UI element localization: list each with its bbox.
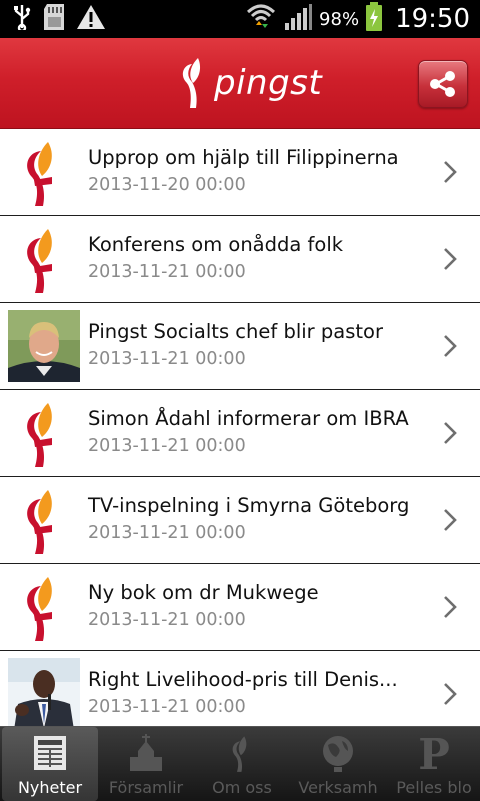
pingst-logo-thumbnail: [8, 223, 80, 295]
chevron-right-icon: [440, 420, 460, 446]
wifi-icon: [245, 2, 277, 36]
usb-icon: [12, 4, 32, 34]
chevron-right-icon: [440, 159, 460, 185]
status-bar: 98% 19:50: [0, 0, 480, 38]
news-date: 2013-11-21 00:00: [88, 523, 246, 543]
news-title: Pingst Socialts chef blir pastor: [88, 320, 383, 343]
tab-label: Pelles blo: [396, 778, 472, 797]
tab-label: Nyheter: [17, 778, 83, 797]
svg-text:P: P: [418, 733, 450, 773]
pingst-logo-icon: [182, 58, 201, 108]
brand-name: pingst: [214, 63, 323, 103]
pingst-logo-thumbnail: [8, 136, 80, 208]
tab-letter-p[interactable]: P Pelles blo: [386, 727, 480, 801]
news-title: Konferens om onådda folk: [88, 233, 344, 256]
chevron-right-icon: [440, 246, 460, 272]
news-date: 2013-11-21 00:00: [88, 697, 246, 717]
news-list-item[interactable]: Pingst Socialts chef blir pastor 2013-11-…: [0, 303, 480, 390]
news-title: TV-inspelning i Smyrna Göteborg: [88, 494, 410, 517]
tab-newspaper[interactable]: Nyheter: [2, 727, 98, 801]
share-icon: [430, 71, 455, 97]
chevron-right-icon: [440, 333, 460, 359]
signal-icon: [283, 3, 313, 35]
sd-card-icon: [42, 3, 66, 35]
news-list-item[interactable]: TV-inspelning i Smyrna Göteborg 2013-11-2…: [0, 477, 480, 564]
tab-label: Om oss: [212, 778, 272, 797]
pingst-logo-thumbnail: [8, 571, 80, 643]
tab-globe[interactable]: Verksamh: [290, 727, 386, 801]
church-icon: [126, 733, 166, 773]
tab-label: Verksamh: [298, 778, 378, 797]
bottom-tab-bar: Nyheter Församlir Om oss Verksamh P Pelles bl…: [0, 726, 480, 801]
news-date: 2013-11-21 00:00: [88, 436, 246, 456]
news-list: Upprop om hjälp till Filippinerna 2013-11…: [0, 129, 480, 726]
warning-icon: [76, 3, 106, 35]
battery-percent: 98%: [319, 8, 360, 30]
news-list-item[interactable]: Konferens om onådda folk 2013-11-21 00:00: [0, 216, 480, 303]
clock: 19:50: [395, 4, 470, 34]
news-list-item[interactable]: Right Livelihood-pris till Denis... 2013-…: [0, 651, 480, 726]
app-header: pingst: [0, 38, 480, 129]
news-title: Simon Ådahl informerar om IBRA: [88, 407, 409, 430]
share-button[interactable]: [418, 60, 468, 108]
tab-pingst[interactable]: Om oss: [194, 727, 290, 801]
news-photo-thumbnail: [8, 658, 80, 726]
globe-icon: [318, 733, 358, 773]
news-date: 2013-11-21 00:00: [88, 262, 246, 282]
news-list-item[interactable]: Simon Ådahl informerar om IBRA 2013-11-21…: [0, 390, 480, 477]
pingst-logo-thumbnail: [8, 484, 80, 556]
news-date: 2013-11-20 00:00: [88, 175, 246, 195]
pingst-icon: [222, 733, 262, 773]
pingst-logo-thumbnail: [8, 397, 80, 469]
news-title: Upprop om hjälp till Filippinerna: [88, 146, 399, 169]
news-list-item[interactable]: Ny bok om dr Mukwege 2013-11-21 00:00: [0, 564, 480, 651]
news-list-item[interactable]: Upprop om hjälp till Filippinerna 2013-11…: [0, 129, 480, 216]
letter-p-icon: P: [414, 730, 454, 779]
chevron-right-icon: [440, 681, 460, 707]
chevron-right-icon: [440, 507, 460, 533]
news-title: Ny bok om dr Mukwege: [88, 581, 319, 604]
news-photo-thumbnail: [8, 310, 80, 382]
newspaper-icon: [30, 733, 70, 773]
chevron-right-icon: [440, 594, 460, 620]
news-title: Right Livelihood-pris till Denis...: [88, 668, 398, 691]
news-date: 2013-11-21 00:00: [88, 349, 246, 369]
news-date: 2013-11-21 00:00: [88, 610, 246, 630]
battery-charging-icon: [365, 2, 383, 36]
tab-label: Församlir: [108, 778, 184, 797]
tab-church[interactable]: Församlir: [98, 727, 194, 801]
brand-logo: pingst: [178, 56, 322, 110]
